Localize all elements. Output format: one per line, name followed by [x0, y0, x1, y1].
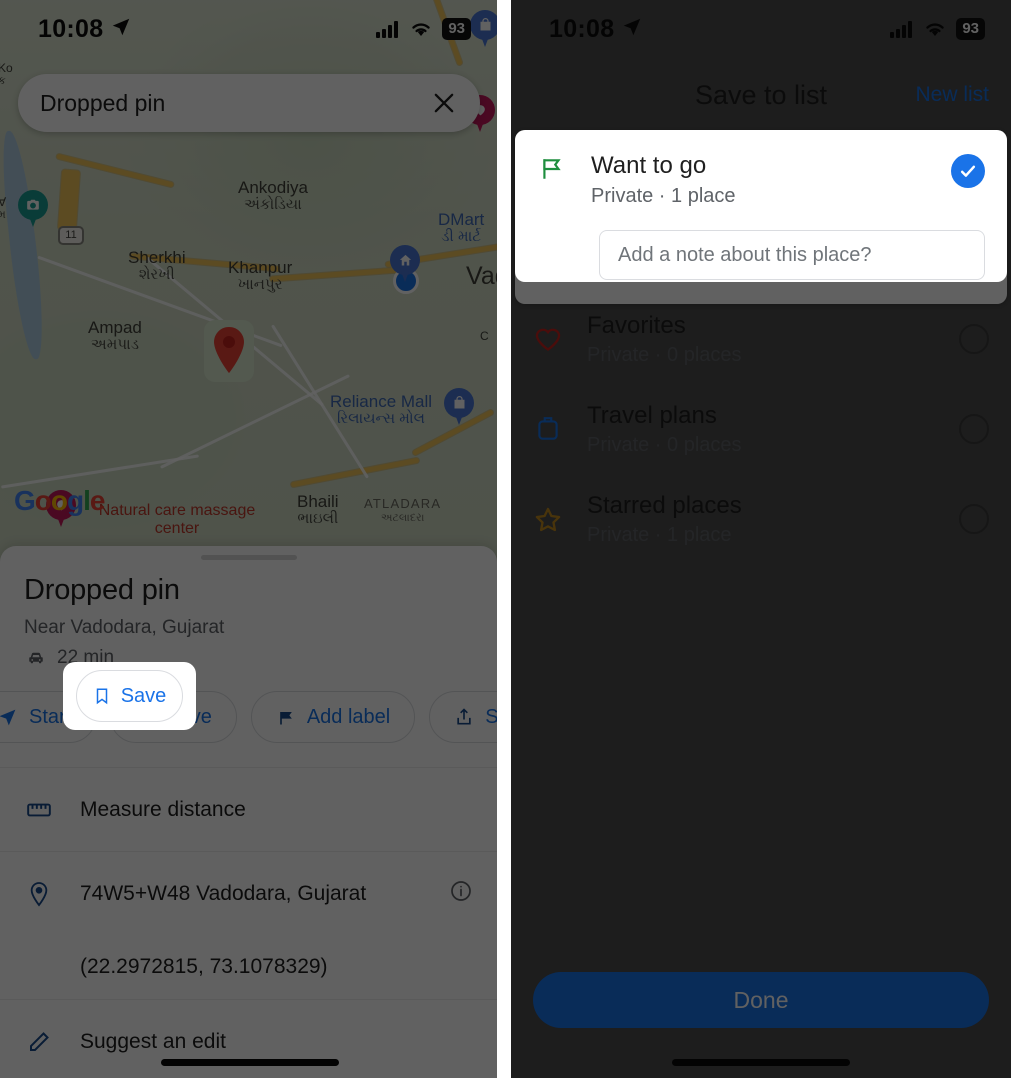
- suitcase-icon: [533, 415, 563, 443]
- page-title: Dropped pin: [24, 574, 180, 606]
- share-icon: [457, 708, 471, 725]
- suggest-an-edit-row[interactable]: Suggest an edit: [0, 999, 497, 1078]
- place-subtitle: Near Vadodara, Gujarat: [24, 617, 225, 638]
- add-label-button-label: Add label: [306, 705, 391, 728]
- status-indicators: 93: [376, 18, 471, 40]
- navigation-icon: [0, 709, 16, 725]
- status-time: 10:08: [38, 14, 104, 43]
- wifi-icon: [926, 23, 945, 36]
- list-item-favorites[interactable]: Favorites Private · 0 places: [511, 294, 1011, 384]
- panel-divider: [497, 0, 511, 1078]
- flag-icon: [280, 709, 292, 725]
- status-bar-right: 10:08 93: [511, 0, 1011, 58]
- home-indicator: [161, 1059, 339, 1066]
- coordinates-label: (22.2972815, 73.1078329): [80, 955, 328, 978]
- highway-shield-icon: 11: [58, 226, 84, 245]
- list-meta: Private · 1 place: [591, 185, 736, 207]
- plus-code-label: 74W5+W48 Vadodara, Gujarat: [80, 881, 367, 905]
- battery-indicator: 93: [442, 18, 471, 40]
- coordinates-row[interactable]: (22.2972815, 73.1078329): [0, 935, 497, 999]
- battery-indicator: 93: [956, 18, 985, 40]
- close-icon[interactable]: [430, 89, 458, 117]
- place-bottom-sheet: Dropped pin Near Vadodara, Gujarat 22 mi…: [0, 546, 497, 1078]
- suggest-an-edit-label: Suggest an edit: [80, 1029, 226, 1053]
- save-to-list-header: Save to list New list: [511, 62, 1011, 128]
- plus-code-row[interactable]: 74W5+W48 Vadodara, Gujarat: [0, 851, 497, 935]
- share-button[interactable]: Share: [429, 691, 497, 743]
- new-list-button[interactable]: New list: [915, 83, 989, 107]
- page-title: Save to list: [694, 79, 828, 110]
- cellular-bars-icon: [376, 20, 399, 38]
- cellular-bars-icon: [890, 20, 913, 38]
- share-button-label: Share: [485, 705, 497, 728]
- ruler-icon: [24, 800, 54, 820]
- list-meta: Private · 1 place: [587, 523, 732, 546]
- location-arrow-icon: [110, 16, 132, 43]
- want-to-go-spotlight-content[interactable]: Want to go Private · 1 place Add a note …: [515, 130, 1007, 282]
- car-icon: [29, 652, 43, 664]
- reliance-mall-poi-pin-icon[interactable]: [444, 388, 474, 426]
- measure-distance-row[interactable]: Measure distance: [0, 767, 497, 851]
- list-item-starred-places[interactable]: Starred places Private · 1 place: [511, 474, 1011, 564]
- place-pin-icon: [24, 881, 54, 907]
- search-input[interactable]: Dropped pin: [40, 90, 430, 117]
- search-bar[interactable]: Dropped pin: [18, 74, 480, 132]
- left-phone-panel: 11 Ankodiya અંકોડિયા Sherkhi શેરખી Khanp…: [0, 0, 497, 1078]
- place-detail-rows: Measure distance 74W5+W48 Vadodara, Guja…: [0, 767, 497, 1078]
- dropped-pin-marker-icon[interactable]: [211, 326, 247, 374]
- home-poi-pin-icon[interactable]: [390, 245, 420, 283]
- travel-plans-text: Travel plans Private · 0 places: [587, 402, 935, 457]
- done-button[interactable]: Done: [533, 972, 989, 1028]
- list-name: Starred places: [587, 491, 742, 519]
- status-indicators: 93: [890, 18, 985, 40]
- measure-distance-label: Measure distance: [80, 797, 246, 821]
- camera-poi-pin-icon[interactable]: [18, 190, 48, 228]
- list-name: Favorites: [587, 311, 686, 339]
- checkbox-unchecked-icon[interactable]: [959, 504, 989, 534]
- star-icon: [533, 506, 563, 533]
- note-input[interactable]: Add a note about this place?: [599, 230, 985, 280]
- location-arrow-icon: [621, 16, 643, 43]
- info-icon[interactable]: [449, 879, 473, 909]
- home-indicator: [672, 1059, 850, 1066]
- saved-lists: Favorites Private · 0 places Travel plan…: [511, 294, 1011, 564]
- checkbox-unchecked-icon[interactable]: [959, 324, 989, 354]
- wifi-icon: [412, 23, 431, 36]
- list-meta: Private · 0 places: [587, 433, 742, 456]
- checkbox-checked-icon[interactable]: [951, 154, 985, 188]
- right-phone-panel: 10:08 93 Save to list New list Favorites…: [511, 0, 1011, 1078]
- starred-places-text: Starred places Private · 1 place: [587, 492, 935, 547]
- flag-icon: [537, 152, 567, 183]
- add-label-button[interactable]: Add label: [250, 691, 416, 743]
- save-button-highlight[interactable]: Save: [76, 670, 183, 722]
- list-meta: Private · 0 places: [587, 343, 742, 366]
- sheet-drag-handle[interactable]: [200, 555, 297, 560]
- save-highlight-label: Save: [120, 684, 167, 707]
- google-logo: Google: [14, 485, 105, 516]
- pencil-icon: [24, 1030, 54, 1054]
- bookmark-icon: [96, 688, 107, 705]
- list-item-travel-plans[interactable]: Travel plans Private · 0 places: [511, 384, 1011, 474]
- status-bar: 10:08 93: [0, 0, 497, 58]
- checkbox-unchecked-icon[interactable]: [959, 414, 989, 444]
- heart-icon: [533, 326, 563, 352]
- list-name: Want to go: [591, 152, 707, 179]
- list-name: Travel plans: [587, 401, 717, 429]
- favorites-text: Favorites Private · 0 places: [587, 312, 935, 367]
- status-time: 10:08: [549, 14, 615, 43]
- screenshot-stage: 11 Ankodiya અંકોડિયા Sherkhi શેરખી Khanp…: [0, 0, 1011, 1078]
